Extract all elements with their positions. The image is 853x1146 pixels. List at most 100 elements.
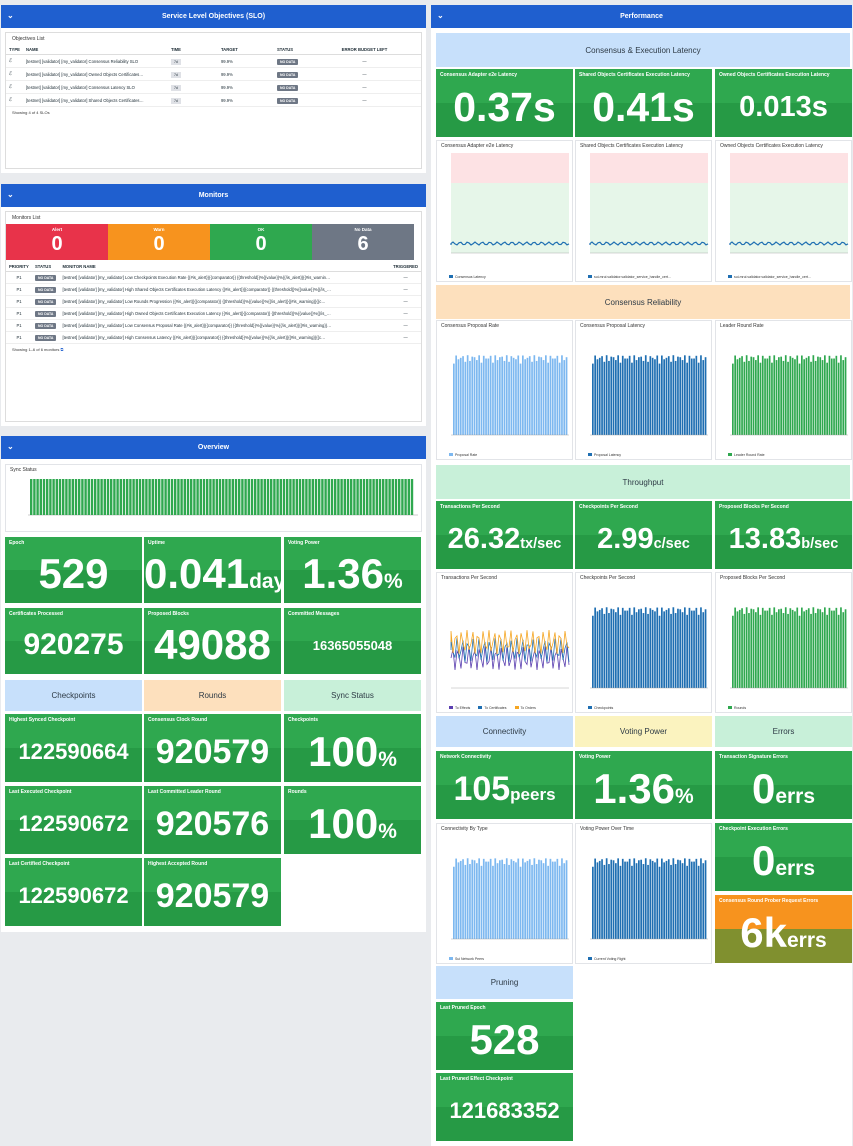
monitor-name[interactable]: [testnet] [validator] [my_validator] Low… bbox=[59, 319, 391, 332]
col-target[interactable]: TARGET bbox=[217, 45, 274, 55]
group-rounds[interactable]: Rounds bbox=[144, 680, 281, 711]
slo-name[interactable]: [testnet] [validator] [my_validator] Own… bbox=[22, 67, 168, 81]
col-mstatus[interactable]: STATUS bbox=[32, 262, 60, 272]
throughput-chart-2[interactable]: Proposed Blocks Per Second Rounds bbox=[715, 572, 852, 713]
pruning-tile-epoch[interactable]: Last Pruned Epoch 528 bbox=[436, 1002, 573, 1070]
overview-tile-uptime[interactable]: Uptime 0.041days bbox=[144, 537, 281, 603]
legend-item[interactable]: Proposal Rate bbox=[449, 453, 477, 457]
throughput-tile-0[interactable]: Transactions Per Second 26.32tx/sec bbox=[436, 501, 573, 569]
legend-item[interactable]: Checkpoints bbox=[588, 706, 613, 710]
col-priority[interactable]: PRIORITY bbox=[6, 262, 32, 272]
error-tile-0[interactable]: Transaction Signature Errors 0errs bbox=[715, 751, 852, 819]
overview-tile-consensus-clock-round[interactable]: Consensus Clock Round 920579 bbox=[144, 714, 281, 782]
legend-item[interactable]: To Effects bbox=[449, 706, 470, 710]
latency-chart-2[interactable]: Owned Objects Certificates Execution Lat… bbox=[715, 140, 852, 282]
throughput-chart-0[interactable]: Transactions Per Second To Effects To Cert… bbox=[436, 572, 573, 713]
group-throughput[interactable]: Throughput bbox=[436, 465, 850, 499]
legend-item[interactable]: sui-mrui.validator.validator_service_han… bbox=[728, 275, 811, 279]
voting-power-tile[interactable]: Voting Power 1.36% bbox=[575, 751, 712, 819]
latency-tile-0[interactable]: Consensus Adapter e2e Latency 0.37s bbox=[436, 69, 573, 137]
monitor-row[interactable]: P1 NO DATA [testnet] [validator] [my_valid… bbox=[6, 283, 421, 296]
reliability-chart-0[interactable]: Consensus Proposal Rate Proposal Rate bbox=[436, 320, 573, 460]
error-tile-1[interactable]: Checkpoint Execution Errors 0errs bbox=[715, 823, 852, 891]
overview-tile-voting-power[interactable]: Voting Power 1.36% bbox=[284, 537, 421, 603]
col-type[interactable]: TYPE bbox=[6, 45, 23, 55]
legend-item[interactable]: Consensus Latency bbox=[449, 275, 486, 279]
monitors-panel-header[interactable]: ⌄ Monitors bbox=[1, 184, 426, 207]
overview-panel-header[interactable]: ⌄ Overview bbox=[1, 436, 426, 459]
reliability-chart-1[interactable]: Consensus Proposal Latency Proposal Laten… bbox=[575, 320, 712, 460]
col-status[interactable]: STATUS bbox=[273, 45, 308, 55]
slo-name[interactable]: [testnet] [validator] [my_validator] Con… bbox=[22, 80, 168, 94]
group-latency[interactable]: Consensus & Execution Latency bbox=[436, 33, 850, 67]
overview-tile-highest-synced-checkpoint[interactable]: Highest Synced Checkpoint 122590664 bbox=[5, 714, 142, 782]
chevron-down-icon[interactable]: ⌄ bbox=[437, 11, 444, 20]
overview-tile-proposed-blocks[interactable]: Proposed Blocks 49088 bbox=[144, 608, 281, 674]
latency-chart-1[interactable]: Shared Objects Certificates Execution La… bbox=[575, 140, 712, 282]
monitor-row[interactable]: P1 NO DATA [testnet] [validator] [my_valid… bbox=[6, 319, 421, 332]
monitor-count-warn[interactable]: Warn 0 bbox=[108, 224, 210, 260]
legend-item[interactable]: Proposal Latency bbox=[588, 453, 621, 457]
monitor-row[interactable]: P1 NO DATA [testnet] [validator] [my_valid… bbox=[6, 331, 421, 344]
legend-item[interactable]: Leader Round Rate bbox=[728, 453, 765, 457]
legend-item[interactable]: sui-mrui.validator.validator_service_han… bbox=[588, 275, 671, 279]
latency-chart-0[interactable]: Consensus Adapter e2e Latency Consensus L… bbox=[436, 140, 573, 282]
latency-tile-1[interactable]: Shared Objects Certificates Execution La… bbox=[575, 69, 712, 137]
monitor-name[interactable]: [testnet] [validator] [my_validator] Hig… bbox=[59, 307, 391, 320]
overview-tile-certificates-processed[interactable]: Certificates Processed 920275 bbox=[5, 608, 142, 674]
monitor-row[interactable]: P1 NO DATA [testnet] [validator] [my_valid… bbox=[6, 271, 421, 284]
legend-item[interactable]: Rounds bbox=[728, 706, 746, 710]
external-link-icon[interactable]: ⧉ bbox=[61, 347, 64, 352]
col-triggered[interactable]: TRIGGERED bbox=[390, 262, 421, 272]
legend-item[interactable]: Current Voting Right bbox=[588, 957, 626, 961]
group-errors[interactable]: Errors bbox=[715, 716, 852, 747]
monitor-name[interactable]: [testnet] [validator] [my_validator] Low… bbox=[59, 271, 391, 284]
performance-panel-header[interactable]: ⌄ Performance bbox=[431, 5, 852, 28]
slo-row[interactable]: ℰ [testnet] [validator] [my_validator] Ow… bbox=[6, 67, 421, 81]
connectivity-chart[interactable]: Connectivity By Type Sui Network Peers bbox=[436, 823, 573, 964]
slo-row[interactable]: ℰ [testnet] [validator] [my_validator] Co… bbox=[6, 80, 421, 94]
slo-name[interactable]: [testnet] [validator] [my_validator] Con… bbox=[22, 54, 168, 68]
slo-row[interactable]: ℰ [testnet] [validator] [my_validator] Sh… bbox=[6, 93, 421, 107]
throughput-tile-2[interactable]: Proposed Blocks Per Second 13.83b/sec bbox=[715, 501, 852, 569]
col-name[interactable]: NAME bbox=[22, 45, 168, 55]
chevron-down-icon[interactable]: ⌄ bbox=[7, 11, 14, 20]
monitor-count-ok[interactable]: OK 0 bbox=[210, 224, 312, 260]
overview-tile-highest-accepted-round[interactable]: Highest Accepted Round 920579 bbox=[144, 858, 281, 926]
overview-tile-last-certified-checkpoint[interactable]: Last Certified Checkpoint 122590672 bbox=[5, 858, 142, 926]
throughput-tile-1[interactable]: Checkpoints Per Second 2.99c/sec bbox=[575, 501, 712, 569]
overview-tile-rounds[interactable]: Rounds 100% bbox=[284, 786, 421, 854]
slo-name[interactable]: [testnet] [validator] [my_validator] Sha… bbox=[22, 93, 168, 107]
voting-power-chart[interactable]: Voting Power Over Time Current Voting Rig… bbox=[575, 823, 712, 964]
legend-item[interactable]: Sui Network Peers bbox=[449, 957, 484, 961]
throughput-chart-1[interactable]: Checkpoints Per Second Checkpoints bbox=[575, 572, 712, 713]
col-monitor-name[interactable]: MONITOR NAME bbox=[59, 262, 391, 272]
latency-tile-2[interactable]: Owned Objects Certificates Execution Lat… bbox=[715, 69, 852, 137]
col-time[interactable]: TIME bbox=[167, 45, 218, 55]
monitor-name[interactable]: [testnet] [validator] [my_validator] Hig… bbox=[59, 283, 391, 296]
group-pruning[interactable]: Pruning bbox=[436, 966, 573, 999]
legend-item[interactable]: To Certificates bbox=[478, 706, 507, 710]
chevron-down-icon[interactable]: ⌄ bbox=[7, 190, 14, 199]
overview-tile-last-committed-leader-round[interactable]: Last Committed Leader Round 920576 bbox=[144, 786, 281, 854]
pruning-tile-checkpoint[interactable]: Last Pruned Effect Checkpoint 121683352 bbox=[436, 1073, 573, 1141]
group-checkpoints[interactable]: Checkpoints bbox=[5, 680, 142, 711]
error-tile-2[interactable]: Consensus Round Prober Request Errors 6ke… bbox=[715, 895, 852, 963]
group-connectivity[interactable]: Connectivity bbox=[436, 716, 573, 747]
monitor-name[interactable]: [testnet] [validator] [my_validator] Hig… bbox=[59, 331, 391, 344]
overview-tile-last-executed-checkpoint[interactable]: Last Executed Checkpoint 122590672 bbox=[5, 786, 142, 854]
group-voting-power[interactable]: Voting Power bbox=[575, 716, 712, 747]
connectivity-tile[interactable]: Network Connectivity 105peers bbox=[436, 751, 573, 819]
monitor-name[interactable]: [testnet] [validator] [my_validator] Low… bbox=[59, 295, 391, 308]
overview-tile-committed-messages[interactable]: Committed Messages 16365055048 bbox=[284, 608, 421, 674]
slo-row[interactable]: ℰ [testnet] [validator] [my_validator] Co… bbox=[6, 54, 421, 68]
monitor-count-alert[interactable]: Alert 0 bbox=[6, 224, 108, 260]
monitor-count-no-data[interactable]: No Data 6 bbox=[312, 224, 414, 260]
slo-panel-header[interactable]: ⌄ Service Level Objectives (SLO) bbox=[1, 5, 426, 28]
monitor-row[interactable]: P1 NO DATA [testnet] [validator] [my_valid… bbox=[6, 307, 421, 320]
chevron-down-icon[interactable]: ⌄ bbox=[7, 442, 14, 451]
legend-item[interactable]: To Orders bbox=[514, 706, 536, 710]
reliability-chart-2[interactable]: Leader Round Rate Leader Round Rate bbox=[715, 320, 852, 460]
overview-tile-epoch[interactable]: Epoch 529 bbox=[5, 537, 142, 603]
group-reliability[interactable]: Consensus Reliability bbox=[436, 285, 850, 319]
